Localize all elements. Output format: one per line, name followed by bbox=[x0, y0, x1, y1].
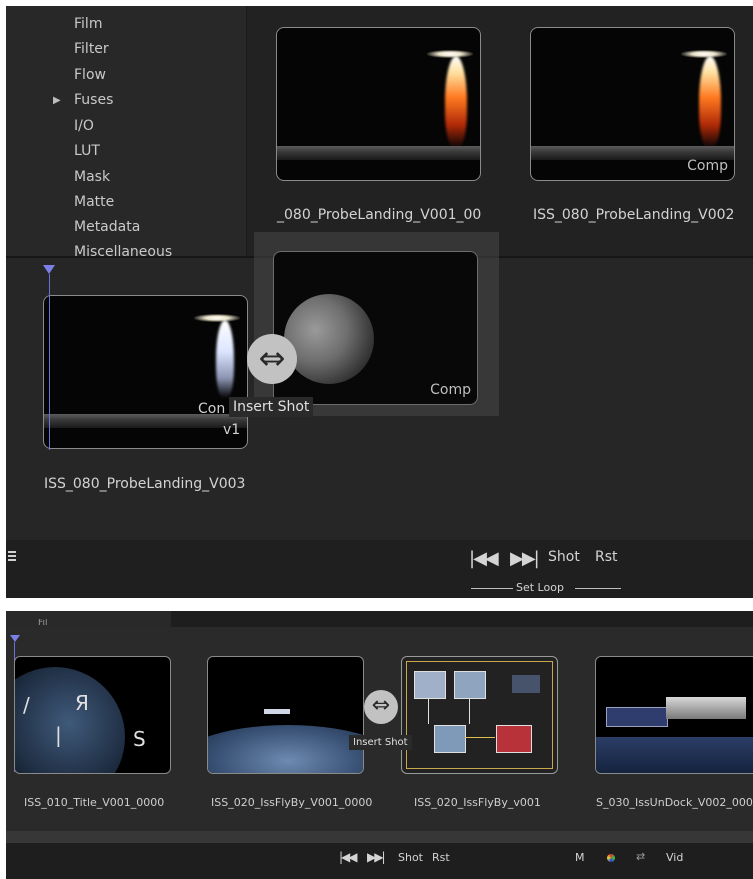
panel-separator[interactable] bbox=[6, 831, 753, 843]
set-loop-line-right bbox=[575, 588, 621, 589]
insert-arrow-icon: ⇔ bbox=[247, 334, 297, 384]
playhead-marker-icon[interactable] bbox=[43, 265, 55, 274]
m-button[interactable]: M bbox=[575, 851, 585, 864]
reset-button[interactable]: Rst bbox=[432, 851, 450, 864]
shot-button[interactable]: Shot bbox=[548, 549, 580, 565]
title-glyph: S bbox=[133, 727, 146, 751]
strip-clip-thumbnail[interactable]: Con v1 bbox=[43, 295, 248, 449]
moon-image bbox=[284, 294, 374, 384]
timeline-panel-top: Film Filter Flow ▶ Fuses I/O LUT Mask Ma… bbox=[6, 6, 753, 598]
category-filter[interactable]: Filter bbox=[74, 41, 109, 57]
strip-clip-thumbnail[interactable]: / Я | S bbox=[14, 656, 171, 774]
category-lut[interactable]: LUT bbox=[74, 143, 100, 159]
timeline-toolbar bbox=[6, 540, 753, 598]
station-image bbox=[264, 709, 290, 714]
shot-button[interactable]: Shot bbox=[398, 851, 423, 864]
node-link bbox=[428, 698, 429, 724]
category-io[interactable]: I/O bbox=[74, 118, 94, 134]
category-miscellaneous[interactable]: Miscellaneous bbox=[74, 244, 172, 256]
strip-clip-name: ISS_020_IssFlyBy_V001_0000 bbox=[211, 796, 373, 809]
comp-tag: Comp bbox=[687, 158, 728, 174]
insert-shot-tooltip: Insert Shot bbox=[229, 397, 314, 417]
category-flow[interactable]: Flow bbox=[74, 67, 106, 83]
swap-icon[interactable]: ⇄ bbox=[636, 850, 645, 863]
version-label: v1 bbox=[223, 422, 241, 438]
title-glyph: / bbox=[23, 693, 30, 717]
strip-clip-name: ISS_010_Title_V001_0000 bbox=[24, 796, 165, 809]
node-link bbox=[469, 698, 470, 724]
bin-clip-name: _080_ProbeLanding_V001_00 bbox=[277, 207, 482, 223]
timeline-panel-bottom: Fil / Я | S ISS_010_Title_V001_0000 ISS_… bbox=[6, 611, 753, 879]
skip-to-end-icon[interactable]: ▶▶| bbox=[367, 850, 385, 864]
category-fuses[interactable]: Fuses bbox=[74, 92, 113, 108]
strip-clip-thumbnail[interactable] bbox=[207, 656, 364, 774]
insert-arrow-icon: ⇔ bbox=[364, 690, 398, 724]
earth-image bbox=[596, 737, 753, 773]
solar-panel-image bbox=[606, 707, 668, 727]
node-icon bbox=[454, 671, 486, 699]
thruster-flame bbox=[699, 56, 721, 148]
thruster-flame bbox=[445, 56, 467, 148]
set-loop-button[interactable]: Set Loop bbox=[516, 581, 564, 594]
node-icon bbox=[434, 725, 466, 753]
set-loop-line-left bbox=[471, 588, 513, 589]
saver-node-icon bbox=[496, 725, 532, 753]
color-wheel-icon[interactable] bbox=[607, 854, 615, 862]
title-glyph: Я bbox=[75, 691, 89, 715]
comp-tag: Con bbox=[198, 401, 226, 417]
strip-clip-thumbnail[interactable] bbox=[595, 656, 753, 774]
category-sidebar: Film Filter Flow ▶ Fuses I/O LUT Mask Ma… bbox=[6, 6, 247, 256]
skip-to-start-icon[interactable]: |◀◀ bbox=[469, 548, 499, 569]
thruster-flame bbox=[216, 320, 234, 398]
playhead-line bbox=[49, 274, 50, 450]
category-partial: Fil bbox=[38, 619, 48, 627]
node-link bbox=[465, 737, 495, 738]
bin-clip-name: ISS_080_ProbeLanding_V002 bbox=[533, 207, 735, 223]
strip-clip-name: S_030_IssUnDock_V002_0000 bbox=[596, 796, 753, 809]
earth-image bbox=[15, 667, 125, 773]
earth-horizon-image bbox=[208, 725, 363, 773]
category-matte[interactable]: Matte bbox=[74, 194, 114, 210]
lander-image bbox=[427, 50, 473, 58]
reset-button[interactable]: Rst bbox=[595, 549, 618, 565]
lunar-surface bbox=[277, 146, 480, 160]
lander-image bbox=[194, 314, 240, 322]
expand-arrow-icon[interactable]: ▶ bbox=[53, 95, 61, 106]
category-metadata[interactable]: Metadata bbox=[74, 219, 140, 235]
bin-clip-thumbnail[interactable]: Comp bbox=[530, 27, 735, 181]
strip-clip-name: ISS_020_IssFlyBy_v001 bbox=[414, 796, 541, 809]
category-sidebar-edge: Fil bbox=[6, 611, 171, 627]
comp-tag: Comp bbox=[430, 382, 471, 398]
lander-image bbox=[681, 50, 727, 58]
playhead-marker-icon[interactable] bbox=[10, 635, 20, 642]
menu-icon[interactable] bbox=[8, 551, 16, 563]
skip-to-end-icon[interactable]: ▶▶| bbox=[510, 548, 540, 569]
skip-to-start-icon[interactable]: |◀◀ bbox=[339, 850, 357, 864]
strip-clip-thumbnail[interactable] bbox=[401, 656, 558, 774]
category-film[interactable]: Film bbox=[74, 16, 102, 32]
dragged-clip-thumbnail[interactable]: Comp bbox=[273, 251, 478, 405]
strip-clip-name: ISS_080_ProbeLanding_V003 bbox=[44, 476, 246, 492]
node-icon bbox=[414, 671, 446, 699]
title-glyph: | bbox=[55, 723, 62, 747]
category-mask[interactable]: Mask bbox=[74, 169, 110, 185]
station-image bbox=[666, 697, 746, 719]
bin-clip-thumbnail[interactable] bbox=[276, 27, 481, 181]
insert-shot-tooltip: Insert Shot bbox=[349, 735, 412, 750]
vid-button[interactable]: Vid bbox=[666, 851, 683, 864]
node-icon bbox=[512, 675, 540, 693]
